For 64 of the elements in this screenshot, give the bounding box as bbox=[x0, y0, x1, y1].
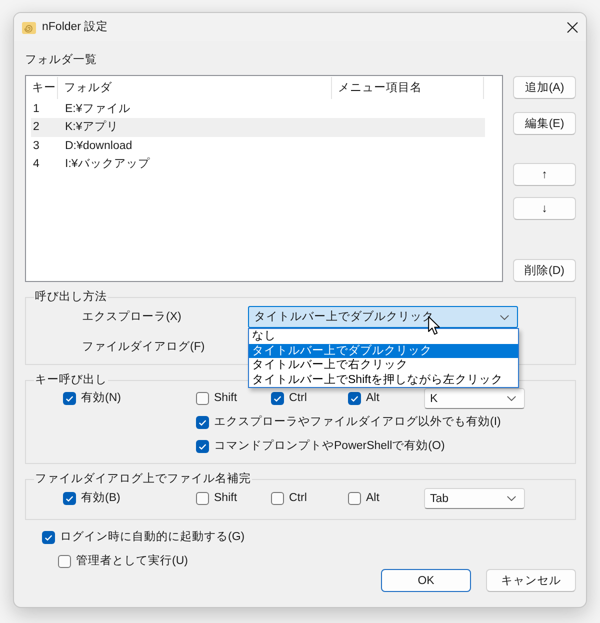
checkbox-label[interactable]: Ctrl bbox=[289, 491, 307, 506]
chevron-down-icon bbox=[507, 396, 516, 401]
group-title: キー呼び出し bbox=[34, 373, 108, 387]
add-button[interactable]: 追加(A) bbox=[513, 76, 576, 99]
checkbox[interactable] bbox=[196, 392, 209, 405]
dropdown[interactable]: K bbox=[424, 388, 525, 409]
list-cell-text: 3 bbox=[32, 138, 40, 153]
checkbox-label[interactable]: ログイン時に自動的に起動する(G) bbox=[60, 530, 245, 544]
checkbox[interactable] bbox=[196, 416, 209, 428]
checkbox[interactable] bbox=[63, 492, 76, 505]
chevron-down-icon bbox=[500, 314, 509, 320]
ok-button[interactable]: OK bbox=[381, 569, 471, 592]
checkbox-label[interactable]: 有効(B) bbox=[81, 491, 120, 506]
checkbox[interactable] bbox=[348, 492, 361, 505]
cancel-button[interactable]: キャンセル bbox=[486, 569, 576, 592]
checkbox-label[interactable]: Ctrl bbox=[289, 391, 307, 406]
section-label: フォルダ一覧 bbox=[25, 53, 97, 67]
group-title: ファイルダイアログ上でファイル名補完 bbox=[34, 472, 252, 486]
checkbox-label[interactable]: Alt bbox=[366, 491, 380, 506]
list-cell-text: I:¥バックアップ bbox=[64, 157, 151, 172]
checkbox-label[interactable]: 管理者として実行(U) bbox=[76, 554, 188, 568]
spiral-folder-icon bbox=[22, 20, 36, 34]
checkbox[interactable] bbox=[63, 392, 76, 405]
checkbox[interactable] bbox=[196, 440, 209, 452]
checkbox-label[interactable]: コマンドプロンプトやPowerShellで有効(O) bbox=[214, 438, 445, 454]
column-header[interactable]: キー bbox=[27, 77, 58, 99]
dropdown-option[interactable]: なし bbox=[249, 329, 518, 344]
list-row[interactable]: 2 K:¥アプリ bbox=[31, 118, 485, 136]
list-cell-text: K:¥アプリ bbox=[64, 120, 120, 134]
checkbox[interactable] bbox=[348, 392, 361, 405]
list-cell-text: 1 bbox=[32, 102, 40, 116]
checkbox[interactable] bbox=[271, 392, 284, 405]
list-row[interactable]: 1 E:¥ファイル bbox=[31, 100, 485, 118]
close-icon bbox=[566, 22, 578, 32]
list-row[interactable]: 4 I:¥バックアップ bbox=[31, 155, 485, 174]
list-cell-text: 4 bbox=[32, 157, 40, 172]
checkbox[interactable] bbox=[271, 492, 284, 505]
move-up-button[interactable]: ↑ bbox=[513, 163, 576, 186]
field-label: エクスプローラ(X) bbox=[82, 310, 182, 324]
checkbox-label[interactable]: Shift bbox=[214, 391, 238, 406]
checkbox[interactable] bbox=[58, 554, 71, 568]
group-title: 呼び出し方法 bbox=[34, 290, 108, 304]
chevron-down-icon bbox=[507, 496, 516, 501]
dropdown-option[interactable]: タイトルバー上でShiftを押しながら左クリック bbox=[249, 372, 518, 387]
checkbox-label[interactable]: Alt bbox=[366, 391, 380, 406]
checkbox[interactable] bbox=[196, 492, 209, 505]
checkbox[interactable] bbox=[42, 530, 55, 544]
checkbox-label[interactable]: エクスプローラやファイルダイアログ以外でも有効(I) bbox=[214, 414, 501, 430]
checkbox-label[interactable]: Shift bbox=[214, 491, 238, 506]
dropdown-option[interactable]: タイトルバー上でダブルクリック bbox=[249, 344, 518, 358]
column-header[interactable]: フォルダ bbox=[58, 77, 332, 99]
dropdown-option[interactable]: タイトルバー上で右クリック bbox=[249, 358, 518, 372]
list-row[interactable]: 3 D:¥download bbox=[31, 136, 485, 155]
field-label: ファイルダイアログ(F) bbox=[82, 340, 205, 354]
list-cell-text: D:¥download bbox=[64, 138, 134, 153]
edit-button[interactable]: 編集(E) bbox=[513, 112, 576, 135]
delete-button[interactable]: 削除(D) bbox=[513, 259, 576, 282]
column-header[interactable]: メニュー項目名 bbox=[332, 77, 484, 99]
list-cell-text: 2 bbox=[32, 120, 40, 134]
checkbox-label[interactable]: 有効(N) bbox=[81, 391, 121, 406]
window-title: nFolder 設定 bbox=[42, 20, 108, 34]
list-cell-text: E:¥ファイル bbox=[64, 102, 132, 116]
dropdown[interactable]: Tab bbox=[424, 488, 525, 509]
move-down-button[interactable]: ↓ bbox=[513, 197, 576, 220]
